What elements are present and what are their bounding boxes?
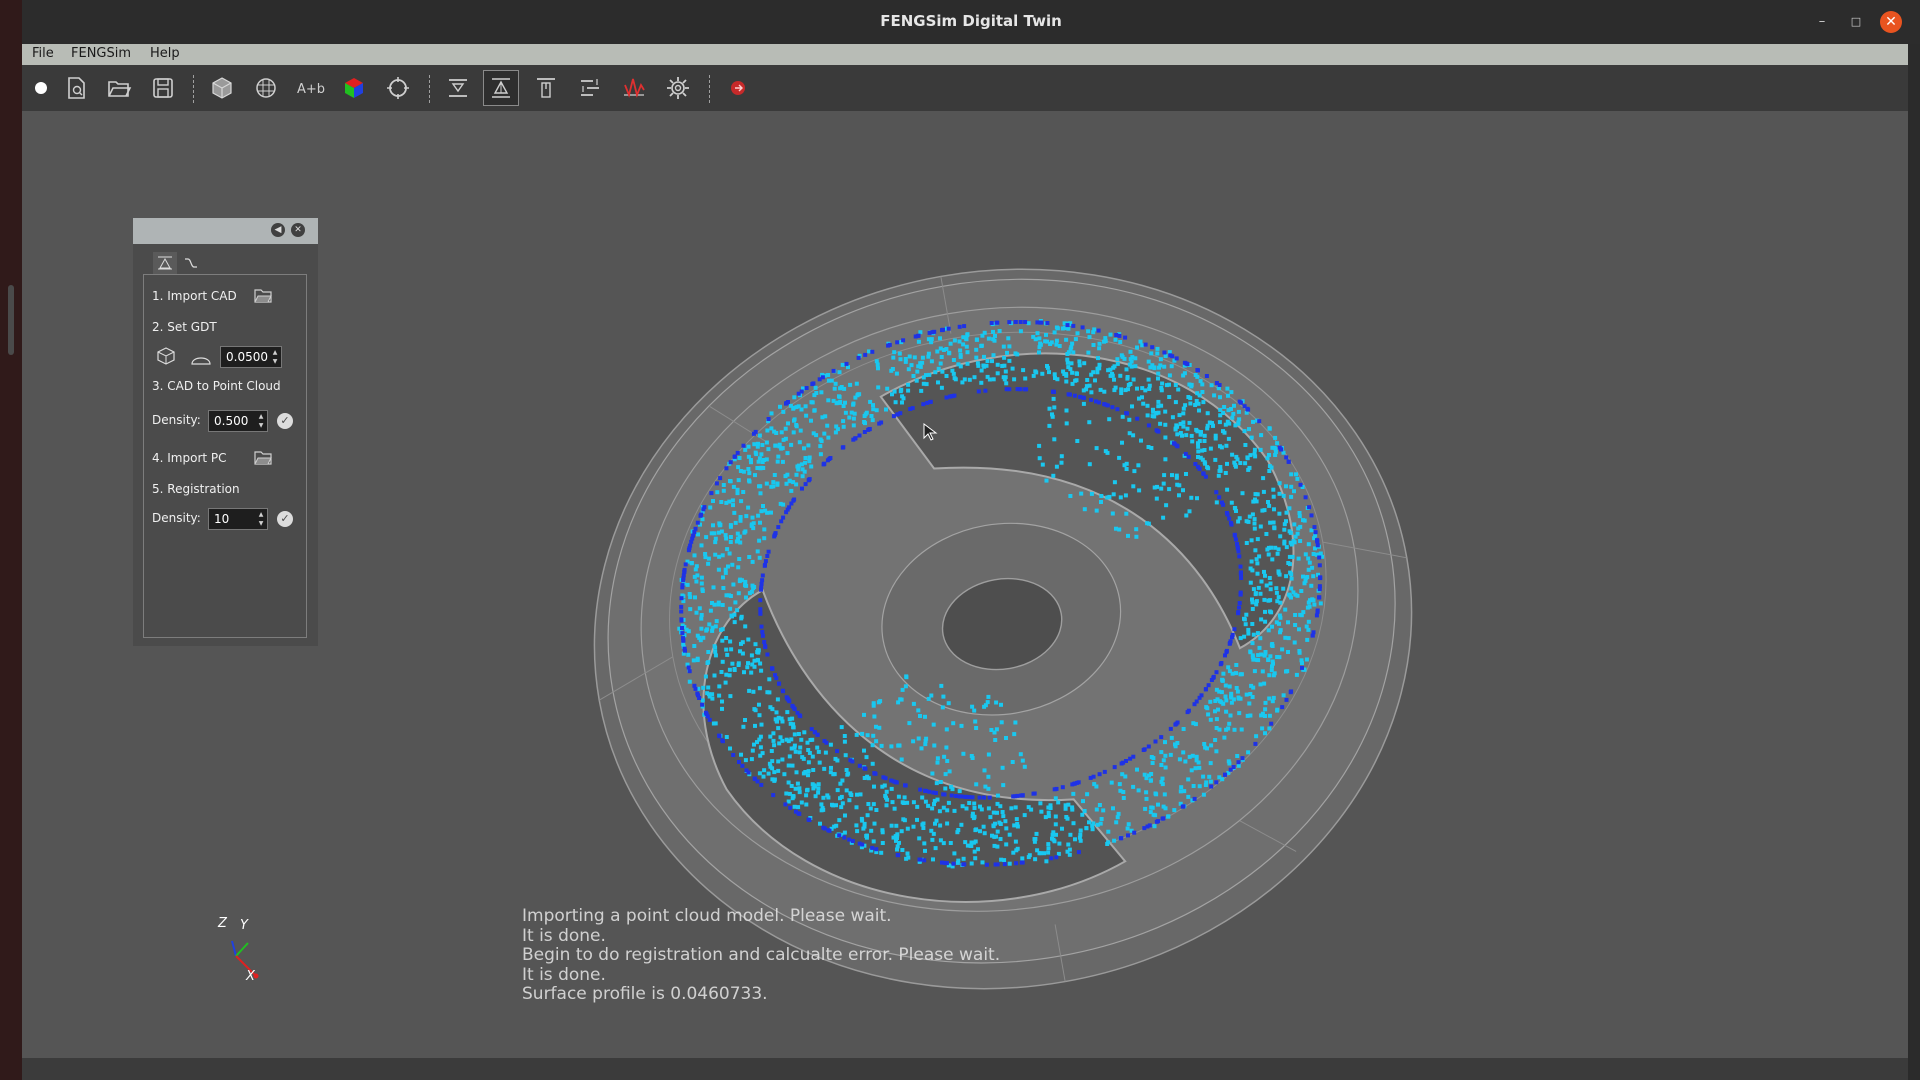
menu-help[interactable]: Help xyxy=(150,46,180,61)
gdt-tolerance-value: 0.0500 xyxy=(226,350,268,364)
toolbar-separator xyxy=(429,75,430,103)
log-line: It is done. xyxy=(522,925,606,946)
mesh-icon[interactable] xyxy=(247,69,285,107)
measurement-panel: ◀ ✕ 1. Import CAD 2. Set GDT 0.0500 ▲ ▼ 3… xyxy=(133,218,318,646)
svg-text:A+b: A+b xyxy=(297,82,325,97)
panel-header: ◀ ✕ xyxy=(133,218,318,244)
distribute-icon[interactable] xyxy=(571,69,609,107)
registration-density-input[interactable]: 10 ▲ ▼ xyxy=(208,508,268,530)
maximize-button[interactable]: □ xyxy=(1846,12,1866,32)
section-top-icon[interactable] xyxy=(439,69,477,107)
gdt-tolerance-input[interactable]: 0.0500 ▲ ▼ xyxy=(220,346,282,368)
close-button[interactable]: ✕ xyxy=(1880,11,1902,33)
circle-select-icon[interactable] xyxy=(379,69,417,107)
tab-measure-icon[interactable] xyxy=(153,252,177,274)
menu-bar: File FENGSim Help xyxy=(22,44,1908,65)
panel-close-icon[interactable]: ✕ xyxy=(291,223,305,237)
window-title: FENGSim Digital Twin xyxy=(880,12,1062,30)
menu-fengsim[interactable]: FENGSim xyxy=(71,46,131,61)
cube-icon[interactable] xyxy=(203,69,241,107)
tab-curve-icon[interactable] xyxy=(179,252,203,274)
minimize-button[interactable]: – xyxy=(1812,12,1832,32)
spin-arrows-icon[interactable]: ▲ ▼ xyxy=(270,348,280,366)
save-icon[interactable] xyxy=(144,69,182,107)
spin-arrows-icon[interactable]: ▲ ▼ xyxy=(256,510,266,528)
import-pc-folder-icon[interactable] xyxy=(254,449,272,469)
desktop-handle xyxy=(8,285,14,355)
step-registration-label: 5. Registration xyxy=(152,482,240,496)
gdt-box-icon[interactable] xyxy=(156,347,176,369)
registration-check-icon[interactable]: ✓ xyxy=(277,511,293,527)
desktop-edge xyxy=(0,0,22,1080)
status-bar xyxy=(22,1058,1908,1080)
log-line: Importing a point cloud model. Please wa… xyxy=(522,906,892,926)
toolbar-separator xyxy=(709,75,710,103)
density-label: Density: xyxy=(152,511,201,525)
axis-x-label: X xyxy=(246,969,255,984)
density-label: Density: xyxy=(152,413,201,427)
toolbar-separator xyxy=(193,75,194,103)
panel-float-icon[interactable]: ◀ xyxy=(271,223,285,237)
axis-triad xyxy=(231,940,259,979)
open-folder-icon[interactable] xyxy=(100,69,138,107)
step-set-gdt-label: 2. Set GDT xyxy=(152,320,217,334)
cad-to-pc-check-icon[interactable]: ✓ xyxy=(277,413,293,429)
step-import-cad-label: 1. Import CAD xyxy=(152,289,237,303)
color-cube-icon[interactable] xyxy=(335,69,373,107)
new-file-icon[interactable] xyxy=(57,69,95,107)
title-bar: FENGSim Digital Twin – □ ✕ xyxy=(22,0,1920,44)
waveform-icon[interactable] xyxy=(615,69,653,107)
step-cad-to-pc-label: 3. CAD to Point Cloud xyxy=(152,379,281,393)
import-cad-folder-icon[interactable] xyxy=(254,287,272,307)
point-cloud-points xyxy=(677,319,1325,869)
measure-icon[interactable] xyxy=(483,70,519,106)
spin-arrows-icon[interactable]: ▲ ▼ xyxy=(256,412,266,430)
log-line: Begin to do registration and calcualte e… xyxy=(522,945,1001,965)
message-log: Importing a point cloud model. Please wa… xyxy=(522,906,1001,1005)
align-top-icon[interactable] xyxy=(527,69,565,107)
axis-z-label: Z xyxy=(218,916,227,931)
registration-density-value: 10 xyxy=(214,512,230,526)
mouse-cursor xyxy=(923,423,938,441)
step-import-pc-label: 4. Import PC xyxy=(152,451,227,465)
density-value: 0.500 xyxy=(214,414,249,428)
steps-box: 1. Import CAD 2. Set GDT 0.0500 ▲ ▼ 3. CA… xyxy=(143,274,307,638)
axis-y-label: Y xyxy=(240,918,248,933)
text-label-icon[interactable]: A+b xyxy=(291,69,329,107)
menu-file[interactable]: File xyxy=(32,46,54,61)
toolbar: A+b xyxy=(22,65,1908,111)
surface-profile-icon[interactable] xyxy=(190,351,212,370)
settings-gear-icon[interactable] xyxy=(659,69,697,107)
density-input[interactable]: 0.500 ▲ ▼ xyxy=(208,410,268,432)
log-line: Surface profile is 0.0460733. xyxy=(522,984,768,1004)
record-icon[interactable] xyxy=(22,69,60,107)
exit-icon[interactable] xyxy=(719,69,757,107)
log-line: It is done. xyxy=(522,964,606,985)
